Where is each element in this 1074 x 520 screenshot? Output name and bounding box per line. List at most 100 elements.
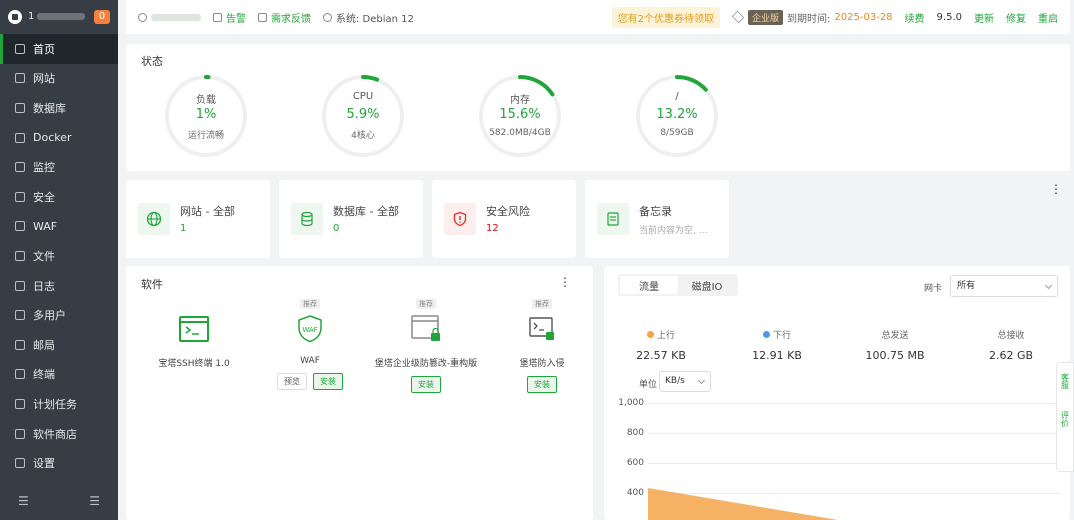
users-icon (15, 310, 25, 321)
website-card-title: 网站 - 全部 (180, 205, 235, 218)
preview-button[interactable]: 预览 (277, 373, 307, 390)
sidebar-item[interactable]: 多用户 (0, 300, 118, 330)
website-card[interactable]: 网站 - 全部 1 (126, 180, 270, 258)
sidebar-item[interactable]: 设置 (0, 448, 118, 478)
sidebar-item-label: 网站 (33, 72, 55, 86)
restart-link[interactable]: 重启 (1038, 10, 1058, 25)
software-icon (177, 312, 211, 346)
coupon-banner[interactable]: 您有2个优惠券待领取 (611, 6, 721, 28)
sidebar-item[interactable]: Docker (0, 123, 118, 153)
gauge[interactable]: / 13.2% 8/59GB (635, 74, 719, 158)
sidebar-item[interactable]: WAF (0, 212, 118, 242)
sidebar-item[interactable]: 首页 (0, 34, 118, 64)
repair-link[interactable]: 修复 (1006, 10, 1026, 25)
install-button[interactable]: 安装 (411, 376, 441, 393)
recommend-tag: 推荐 (300, 299, 320, 309)
collapse-icon[interactable]: ☰ (18, 494, 29, 508)
update-link[interactable]: 更新 (974, 10, 994, 25)
software-item[interactable]: 推荐 WAF WAF 预览 安装 (252, 296, 368, 390)
log-icon (15, 280, 25, 291)
nic-select[interactable]: 所有 (950, 275, 1058, 297)
memo-card[interactable]: 备忘录 当前内容为空, ... (585, 180, 729, 258)
sidebar-item[interactable]: 网站 (0, 64, 118, 94)
overview-more-icon[interactable]: ⋮ (1050, 183, 1062, 195)
sidebar-item[interactable]: 文件 (0, 241, 118, 271)
sidebar-item-label: 数据库 (33, 101, 66, 115)
grid-line (648, 433, 1060, 434)
sidebar-user[interactable]: 1 (28, 11, 88, 23)
risk-count[interactable]: 12 (486, 223, 499, 234)
sidebar-item[interactable]: 终端 (0, 360, 118, 390)
sidebar-item-label: 安全 (33, 190, 55, 204)
user-account[interactable] (138, 12, 201, 22)
total-received-label: 总接收 (997, 331, 1025, 341)
renew-link[interactable]: 续费 (905, 10, 925, 25)
grid-line (648, 403, 1060, 404)
gauge[interactable]: 负载 1% 运行流畅 (164, 74, 248, 158)
service-button[interactable]: 客服 (1060, 373, 1071, 389)
download-label: 下行 (772, 331, 791, 341)
gauge-sub: 4核心 (351, 131, 375, 141)
gauge-value: 13.2% (656, 107, 698, 122)
gauge-sub: 运行流畅 (187, 131, 224, 141)
system-icon (323, 12, 332, 22)
sidebar-item[interactable]: 安全 (0, 182, 118, 212)
sidebar-item[interactable]: 日志 (0, 271, 118, 301)
feedback-link[interactable]: 需求反馈 (258, 10, 311, 25)
system-info: 系统: Debian 12 (323, 10, 414, 25)
install-button[interactable]: 安装 (313, 373, 343, 390)
feedback-label: 需求反馈 (271, 13, 311, 25)
version-label: 9.5.0 (936, 11, 962, 23)
upload-value: 22.57 KB (636, 349, 686, 362)
review-button[interactable]: 评价 (1060, 411, 1071, 427)
expire-date: 2025-03-28 (834, 11, 893, 23)
sidebar-item-label: 日志 (33, 279, 55, 293)
sidebar-item[interactable]: 数据库 (0, 93, 118, 123)
memo-preview: 当前内容为空, ... (639, 226, 708, 236)
software-item[interactable]: 宝塔SSH终端 1.0 (136, 296, 252, 369)
user-name: 1 (28, 11, 35, 22)
database-card[interactable]: 数据库 - 全部 0 (279, 180, 423, 258)
edition-badge: 企业版 (748, 9, 784, 25)
diamond-icon (731, 10, 745, 24)
chevron-down-icon (697, 376, 706, 385)
y-tick: 400 (626, 488, 644, 498)
sidebar-item[interactable]: 计划任务 (0, 389, 118, 419)
mail-icon (15, 339, 25, 350)
sidebar-item[interactable]: 监控 (0, 152, 118, 182)
traffic-tabs: 流量 磁盘IO (618, 274, 738, 296)
menu-icon[interactable]: ☰ (89, 494, 100, 508)
software-item[interactable]: 推荐 堡塔企业级防篡改-重构版 安装 (368, 296, 484, 393)
sidebar-item[interactable]: 邮局 (0, 330, 118, 360)
gauge[interactable]: 内存 15.6% 582.0MB/4GB (478, 74, 562, 158)
software-more-icon[interactable]: ⋮ (559, 276, 571, 288)
alert-link[interactable]: 告警 (213, 10, 246, 25)
gauge-value: 15.6% (499, 107, 541, 122)
software-icon (525, 312, 559, 346)
software-icon (409, 312, 443, 346)
monitor-icon (15, 162, 25, 173)
sidebar-item[interactable]: 软件商店 (0, 419, 118, 449)
database-count[interactable]: 0 (333, 223, 339, 234)
risk-card[interactable]: 安全风险 12 (432, 180, 576, 258)
traffic-area (648, 488, 838, 520)
logo-icon (8, 10, 22, 24)
sidebar-item-label: WAF (33, 219, 58, 233)
sidebar-item-label: 软件商店 (33, 427, 77, 441)
message-badge[interactable]: 0 (94, 10, 110, 24)
install-button[interactable]: 安装 (527, 376, 557, 393)
svg-text:WAF: WAF (302, 326, 317, 334)
software-item[interactable]: 推荐 堡塔防入侵 安装 (484, 296, 600, 393)
total-received-value: 2.62 GB (988, 349, 1034, 362)
folder-icon (15, 250, 25, 261)
gauge[interactable]: CPU 5.9% 4核心 (321, 74, 405, 158)
edition-info: 企业版 到期时间: 2025-03-28 (731, 9, 893, 25)
sidebar-item-label: 计划任务 (33, 397, 77, 411)
database-icon (291, 203, 323, 235)
tab-traffic[interactable]: 流量 (620, 276, 678, 294)
tab-disk-io[interactable]: 磁盘IO (678, 276, 736, 294)
sidebar-menu: 首页网站数据库 Docker 监控安全 WAF 文件日志多用户 邮局 终端计划任务软件商店设… (0, 34, 118, 478)
software-name: 宝塔SSH终端 1.0 (158, 359, 230, 369)
website-count[interactable]: 1 (180, 223, 186, 234)
unit-select[interactable]: KB/s (659, 371, 711, 392)
